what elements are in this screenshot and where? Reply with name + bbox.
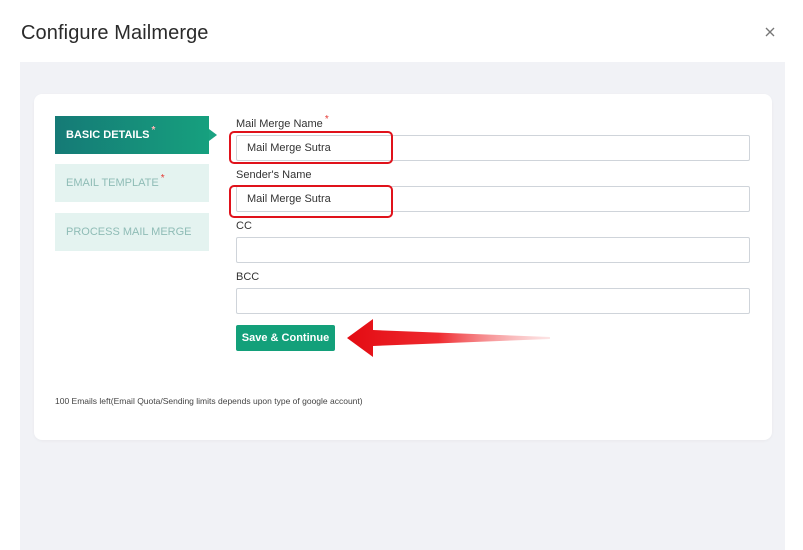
step-process-mail-merge[interactable]: PROCESS MAIL MERGE	[55, 213, 209, 251]
required-marker: *	[160, 172, 165, 184]
required-marker: *	[151, 124, 156, 136]
mail-merge-name-label: Mail Merge Name *	[236, 114, 329, 130]
senders-name-input[interactable]	[236, 186, 750, 212]
mail-merge-name-input[interactable]	[236, 135, 750, 161]
step-basic-details[interactable]: BASIC DETAILS *	[55, 116, 217, 154]
save-continue-button[interactable]: Save & Continue	[236, 325, 335, 351]
mail-merge-name-label-text: Mail Merge Name	[236, 118, 323, 130]
required-marker: *	[324, 114, 329, 125]
step-label: PROCESS MAIL MERGE	[66, 226, 192, 238]
active-step-pointer	[209, 129, 217, 141]
bcc-input[interactable]	[236, 288, 750, 314]
senders-name-label: Sender's Name	[236, 169, 312, 181]
step-label: EMAIL TEMPLATE	[66, 177, 159, 189]
step-email-template[interactable]: EMAIL TEMPLATE *	[55, 164, 209, 202]
email-quota-text: 100 Emails left(Email Quota/Sending limi…	[55, 396, 363, 406]
cc-label: CC	[236, 220, 252, 232]
cc-input[interactable]	[236, 237, 750, 263]
close-icon[interactable]	[762, 24, 778, 40]
dialog-title: Configure Mailmerge	[21, 22, 209, 44]
bcc-label: BCC	[236, 271, 260, 283]
step-label: BASIC DETAILS	[66, 129, 150, 141]
